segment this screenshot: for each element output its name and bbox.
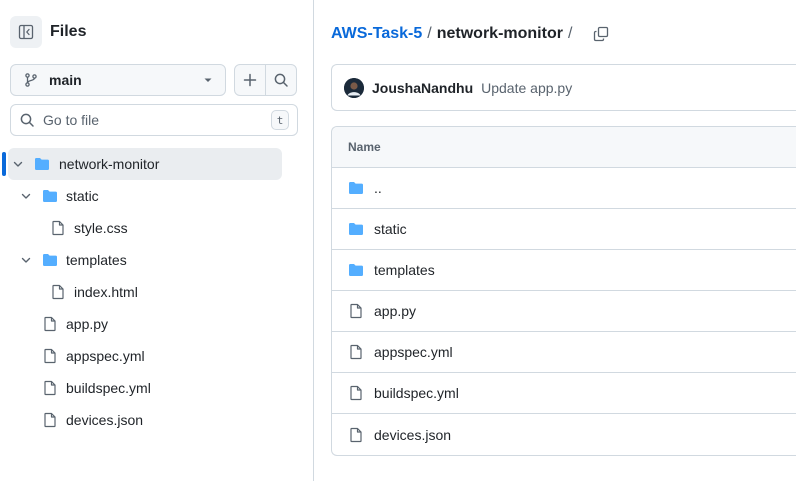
chevron-down-icon[interactable]	[18, 188, 34, 204]
file-table-header: Name	[332, 127, 796, 168]
file-name-link[interactable]: devices.json	[374, 427, 451, 443]
commit-author-link[interactable]: JoushaNandhu	[372, 80, 473, 96]
tree-item-index-html[interactable]: index.html	[50, 276, 138, 308]
tree-item-network-monitor[interactable]: network-monitor	[8, 148, 282, 180]
sidebar-collapse-icon	[18, 24, 34, 40]
file-icon	[52, 284, 64, 300]
folder-icon	[349, 223, 363, 235]
search-button[interactable]	[265, 64, 297, 96]
file-table: Name .. static templates app.py appspec.…	[331, 126, 796, 456]
folder-icon	[349, 264, 363, 276]
tree-item-label: style.css	[74, 220, 128, 236]
tree-item-label: static	[66, 188, 99, 204]
file-icon	[350, 303, 362, 319]
tree-item-label: app.py	[66, 316, 109, 332]
table-row[interactable]: ..	[332, 168, 796, 209]
tree-item-appspec[interactable]: appspec.yml	[42, 340, 145, 372]
go-to-file-input[interactable]	[43, 112, 271, 128]
search-icon	[274, 73, 288, 87]
file-icon	[44, 380, 56, 396]
tree-item-buildspec[interactable]: buildspec.yml	[42, 372, 151, 404]
copy-path-button[interactable]	[589, 22, 613, 46]
file-name-link[interactable]: ..	[374, 180, 382, 196]
branch-selector[interactable]: main	[10, 64, 226, 96]
table-row[interactable]: app.py	[332, 291, 796, 332]
folder-icon	[349, 182, 363, 194]
tree-item-style-css[interactable]: style.css	[50, 212, 128, 244]
name-column-header: Name	[348, 140, 381, 154]
file-icon	[350, 427, 362, 442]
file-name-link[interactable]: static	[374, 221, 407, 237]
tree-item-app-py[interactable]: app.py	[42, 308, 108, 340]
file-icon	[350, 344, 362, 360]
table-row[interactable]: templates	[332, 250, 796, 291]
search-icon	[20, 113, 34, 127]
tree-item-label: templates	[66, 252, 127, 268]
commit-message-link[interactable]: Update app.py	[481, 80, 572, 96]
file-icon	[44, 348, 56, 364]
breadcrumb-separator: /	[427, 25, 432, 42]
tree-item-templates[interactable]: templates	[18, 244, 127, 276]
table-row[interactable]: devices.json	[332, 414, 796, 455]
breadcrumb-repo-link[interactable]: AWS-Task-5	[331, 25, 422, 43]
file-icon	[44, 412, 56, 428]
file-tree-sidebar: Files main t	[0, 0, 314, 481]
git-branch-icon	[25, 73, 37, 87]
table-row[interactable]: appspec.yml	[332, 332, 796, 373]
table-row[interactable]: static	[332, 209, 796, 250]
latest-commit-box: JoushaNandhu Update app.py	[331, 64, 796, 111]
tree-item-static[interactable]: static	[18, 180, 99, 212]
go-to-file-box[interactable]: t	[10, 104, 298, 136]
tree-item-label: index.html	[74, 284, 138, 300]
keyboard-shortcut-hint: t	[271, 110, 289, 130]
file-icon	[52, 220, 64, 236]
folder-icon	[43, 254, 57, 266]
folder-icon	[43, 190, 57, 202]
copy-icon	[594, 26, 609, 42]
tree-item-devices-json[interactable]: devices.json	[42, 404, 143, 436]
file-name-link[interactable]: appspec.yml	[374, 344, 453, 360]
main-content: AWS-Task-5 / network-monitor / JoushaNan…	[315, 0, 796, 481]
file-icon	[44, 316, 56, 332]
file-name-link[interactable]: app.py	[374, 303, 416, 319]
avatar[interactable]	[344, 77, 364, 98]
breadcrumb-separator: /	[567, 25, 573, 42]
selected-indicator	[2, 152, 6, 176]
tree-item-label: network-monitor	[59, 156, 160, 172]
file-name-link[interactable]: buildspec.yml	[374, 385, 459, 401]
chevron-down-icon[interactable]	[10, 156, 26, 172]
folder-icon	[35, 158, 49, 170]
breadcrumb-current-folder: network-monitor	[436, 25, 563, 42]
plus-icon	[243, 73, 257, 87]
sidebar-title: Files	[50, 23, 87, 40]
tree-item-label: devices.json	[66, 412, 144, 428]
branch-name: main	[49, 72, 82, 88]
file-name-link[interactable]: templates	[374, 262, 435, 278]
file-icon	[350, 385, 362, 401]
tree-item-label: buildspec.yml	[66, 380, 151, 396]
chevron-down-icon[interactable]	[18, 252, 34, 268]
collapse-sidebar-button[interactable]	[10, 16, 42, 48]
tree-item-label: appspec.yml	[66, 348, 145, 364]
table-row[interactable]: buildspec.yml	[332, 373, 796, 414]
breadcrumb: AWS-Task-5 / network-monitor /	[331, 22, 613, 46]
add-file-button[interactable]	[234, 64, 266, 96]
caret-down-icon	[204, 78, 212, 82]
